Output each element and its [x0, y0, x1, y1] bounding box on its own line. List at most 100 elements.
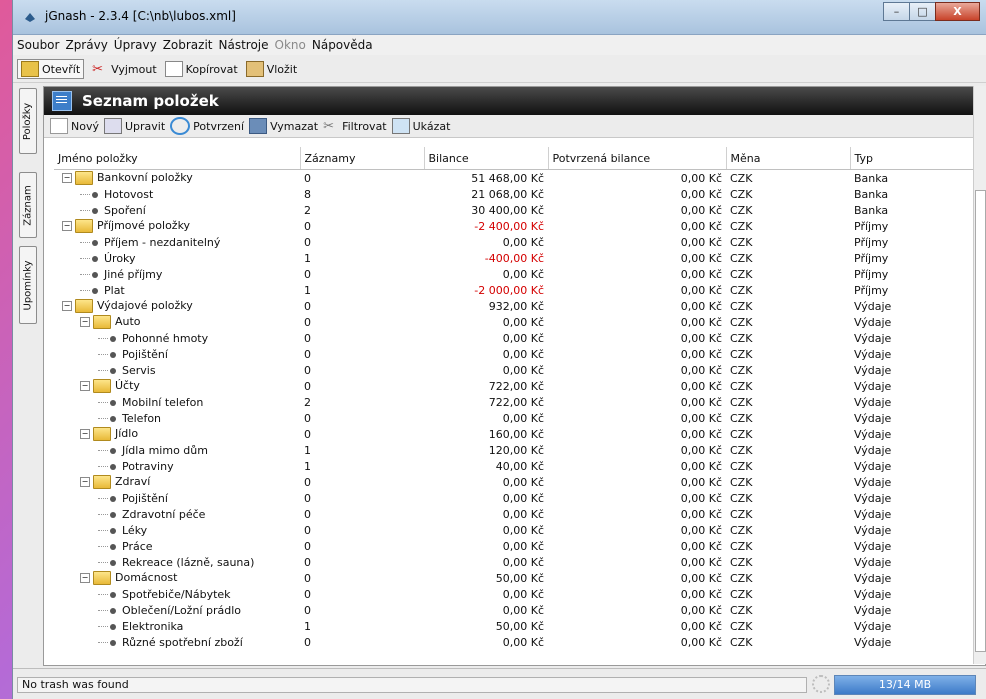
account-table: Jméno položky Záznamy Bilance Potvrzená …	[54, 147, 975, 650]
balance-cell: 0,00 Kč	[502, 539, 544, 553]
row-name-cell: Jiné příjmy	[54, 266, 300, 282]
cut-button[interactable]: ✂ Vyjmout	[92, 62, 157, 77]
menu-zobrazit[interactable]: Zobrazit	[163, 38, 213, 52]
collapse-toggle-icon[interactable]: −	[80, 381, 90, 391]
close-button[interactable]: X	[935, 2, 980, 21]
table-row[interactable]: Různé spotřební zboží 0 0,00 Kč 0,00 Kč CZK V…	[54, 634, 975, 650]
column-header-confirmed[interactable]: Potvrzená bilance	[548, 147, 727, 170]
show-button[interactable]: Ukázat	[391, 118, 450, 134]
memory-indicator[interactable]: 13/14 MB	[834, 675, 976, 695]
table-row[interactable]: Práce 0 0,00 Kč 0,00 Kč CZK Výdaje	[54, 538, 975, 554]
vertical-scrollbar[interactable]	[973, 86, 986, 664]
menu-napoveda[interactable]: Nápověda	[312, 38, 373, 52]
paste-button[interactable]: Vložit	[245, 61, 297, 77]
row-name-cell: Příjem - nezdanitelný	[54, 234, 300, 250]
table-row[interactable]: − Účty 0 722,00 Kč 0,00 Kč CZK Výdaje	[54, 378, 975, 394]
table-row[interactable]: Pojištění 0 0,00 Kč 0,00 Kč CZK Výdaje	[54, 490, 975, 506]
table-row[interactable]: Pojištění 0 0,00 Kč 0,00 Kč CZK Výdaje	[54, 346, 975, 362]
menu-zpravy[interactable]: Zprávy	[65, 38, 107, 52]
collapse-toggle-icon[interactable]: −	[62, 221, 72, 231]
column-header-records[interactable]: Záznamy	[300, 147, 425, 170]
tab-upominky[interactable]: Upomínky	[19, 246, 37, 324]
collapse-toggle-icon[interactable]: −	[80, 429, 90, 439]
maximize-button[interactable]: □	[909, 2, 936, 21]
table-row[interactable]: Servis 0 0,00 Kč 0,00 Kč CZK Výdaje	[54, 362, 975, 378]
currency-cell: CZK	[730, 395, 753, 409]
table-row[interactable]: Příjem - nezdanitelný 0 0,00 Kč 0,00 Kč CZK P…	[54, 234, 975, 250]
column-header-balance[interactable]: Bilance	[424, 147, 549, 170]
table-row[interactable]: − Výdajové položky 0 932,00 Kč 0,00 Kč CZK Výd…	[54, 298, 975, 314]
column-header-name[interactable]: Jméno položky	[54, 147, 301, 170]
table-row[interactable]: Mobilní telefon 2 722,00 Kč 0,00 Kč CZK Výdaj…	[54, 394, 975, 410]
table-row[interactable]: Léky 0 0,00 Kč 0,00 Kč CZK Výdaje	[54, 522, 975, 538]
menu-upravy[interactable]: Úpravy	[114, 38, 157, 52]
tree-connector	[98, 370, 108, 371]
collapse-toggle-icon[interactable]: −	[62, 173, 72, 183]
table-row[interactable]: Rekreace (lázně, sauna) 0 0,00 Kč 0,00 Kč CZ…	[54, 554, 975, 570]
scissors-icon: ✂	[92, 62, 104, 77]
column-header-type[interactable]: Typ	[850, 147, 975, 170]
confirm-button[interactable]: Potvrzení	[170, 117, 244, 135]
balance-cell: 0,00 Kč	[502, 523, 544, 537]
balance-cell: 0,00 Kč	[502, 507, 544, 521]
table-row[interactable]: Jiné příjmy 0 0,00 Kč 0,00 Kč CZK Příjmy	[54, 266, 975, 282]
account-name: Bankovní položky	[97, 171, 193, 184]
scrollbar-thumb[interactable]	[975, 190, 986, 652]
new-button[interactable]: Nový	[50, 118, 99, 134]
tree-connector	[98, 546, 108, 547]
table-row[interactable]: − Jídlo 0 160,00 Kč 0,00 Kč CZK Výdaje	[54, 426, 975, 442]
records-cell: 0	[304, 331, 311, 345]
table-row[interactable]: Jídla mimo dům 1 120,00 Kč 0,00 Kč CZK Výdaje	[54, 442, 975, 458]
table-row[interactable]: Spotřebiče/Nábytek 0 0,00 Kč 0,00 Kč CZK Výda…	[54, 586, 975, 602]
table-row[interactable]: Hotovost 8 21 068,00 Kč 0,00 Kč CZK Banka	[54, 186, 975, 202]
table-row[interactable]: Zdravotní péče 0 0,00 Kč 0,00 Kč CZK Výdaje	[54, 506, 975, 522]
table-row[interactable]: Spoření 2 30 400,00 Kč 0,00 Kč CZK Banka	[54, 202, 975, 218]
account-name: Zdraví	[115, 475, 151, 488]
table-row[interactable]: Pohonné hmoty 0 0,00 Kč 0,00 Kč CZK Výdaje	[54, 330, 975, 346]
table-row[interactable]: − Příjmové položky 0 -2 400,00 Kč 0,00 Kč CZK…	[54, 218, 975, 234]
menu-soubor[interactable]: Soubor	[17, 38, 59, 52]
collapse-toggle-icon[interactable]: −	[80, 317, 90, 327]
table-row[interactable]: Oblečení/Ložní prádlo 0 0,00 Kč 0,00 Kč CZK V…	[54, 602, 975, 618]
minimize-button[interactable]: –	[883, 2, 910, 21]
copy-button[interactable]: Kopírovat	[164, 61, 238, 77]
table-row[interactable]: − Auto 0 0,00 Kč 0,00 Kč CZK Výdaje	[54, 314, 975, 330]
menu-nastroje[interactable]: Nástroje	[219, 38, 269, 52]
folder-icon	[75, 171, 93, 185]
row-name-cell: Úroky	[54, 250, 300, 266]
edit-button[interactable]: Upravit	[103, 118, 165, 134]
balance-cell: 0,00 Kč	[502, 491, 544, 505]
tab-polozky[interactable]: Položky	[19, 88, 37, 154]
balance-cell: 0,00 Kč	[502, 347, 544, 361]
delete-button[interactable]: Vymazat	[249, 118, 318, 134]
table-row[interactable]: Telefon 0 0,00 Kč 0,00 Kč CZK Výdaje	[54, 410, 975, 426]
account-leaf-icon	[110, 399, 116, 406]
folder-icon	[93, 427, 111, 441]
collapse-toggle-icon[interactable]: −	[80, 573, 90, 583]
table-row[interactable]: Plat 1 -2 000,00 Kč 0,00 Kč CZK Příjmy	[54, 282, 975, 298]
type-cell: Příjmy	[854, 235, 889, 249]
type-cell: Výdaje	[854, 379, 892, 393]
open-button[interactable]: Otevřít	[17, 59, 85, 79]
table-row[interactable]: Elektronika 1 50,00 Kč 0,00 Kč CZK Výdaje	[54, 618, 975, 634]
records-cell: 0	[304, 507, 311, 521]
table-row[interactable]: − Bankovní položky 0 51 468,00 Kč 0,00 Kč CZK…	[54, 170, 975, 187]
tab-zaznam[interactable]: Záznam	[19, 172, 37, 238]
collapse-toggle-icon[interactable]: −	[80, 477, 90, 487]
collapse-toggle-icon[interactable]: −	[62, 301, 72, 311]
table-row[interactable]: Potraviny 1 40,00 Kč 0,00 Kč CZK Výdaje	[54, 458, 975, 474]
folder-icon	[93, 571, 111, 585]
filter-button[interactable]: ✂ Filtrovat	[323, 119, 387, 134]
table-row[interactable]: Úroky 1 -400,00 Kč 0,00 Kč CZK Příjmy	[54, 250, 975, 266]
table-row[interactable]: − Domácnost 0 50,00 Kč 0,00 Kč CZK Výdaje	[54, 570, 975, 586]
account-name: Potraviny	[122, 459, 174, 473]
row-name-cell: Pohonné hmoty	[54, 330, 300, 346]
tree-connector	[98, 594, 108, 595]
tree-connector	[80, 274, 90, 275]
column-header-currency[interactable]: Měna	[726, 147, 851, 170]
records-cell: 0	[304, 235, 311, 249]
table-row[interactable]: − Zdraví 0 0,00 Kč 0,00 Kč CZK Výdaje	[54, 474, 975, 490]
tree-connector	[98, 514, 108, 515]
currency-cell: CZK	[730, 171, 753, 185]
menu-okno[interactable]: Okno	[275, 38, 306, 52]
